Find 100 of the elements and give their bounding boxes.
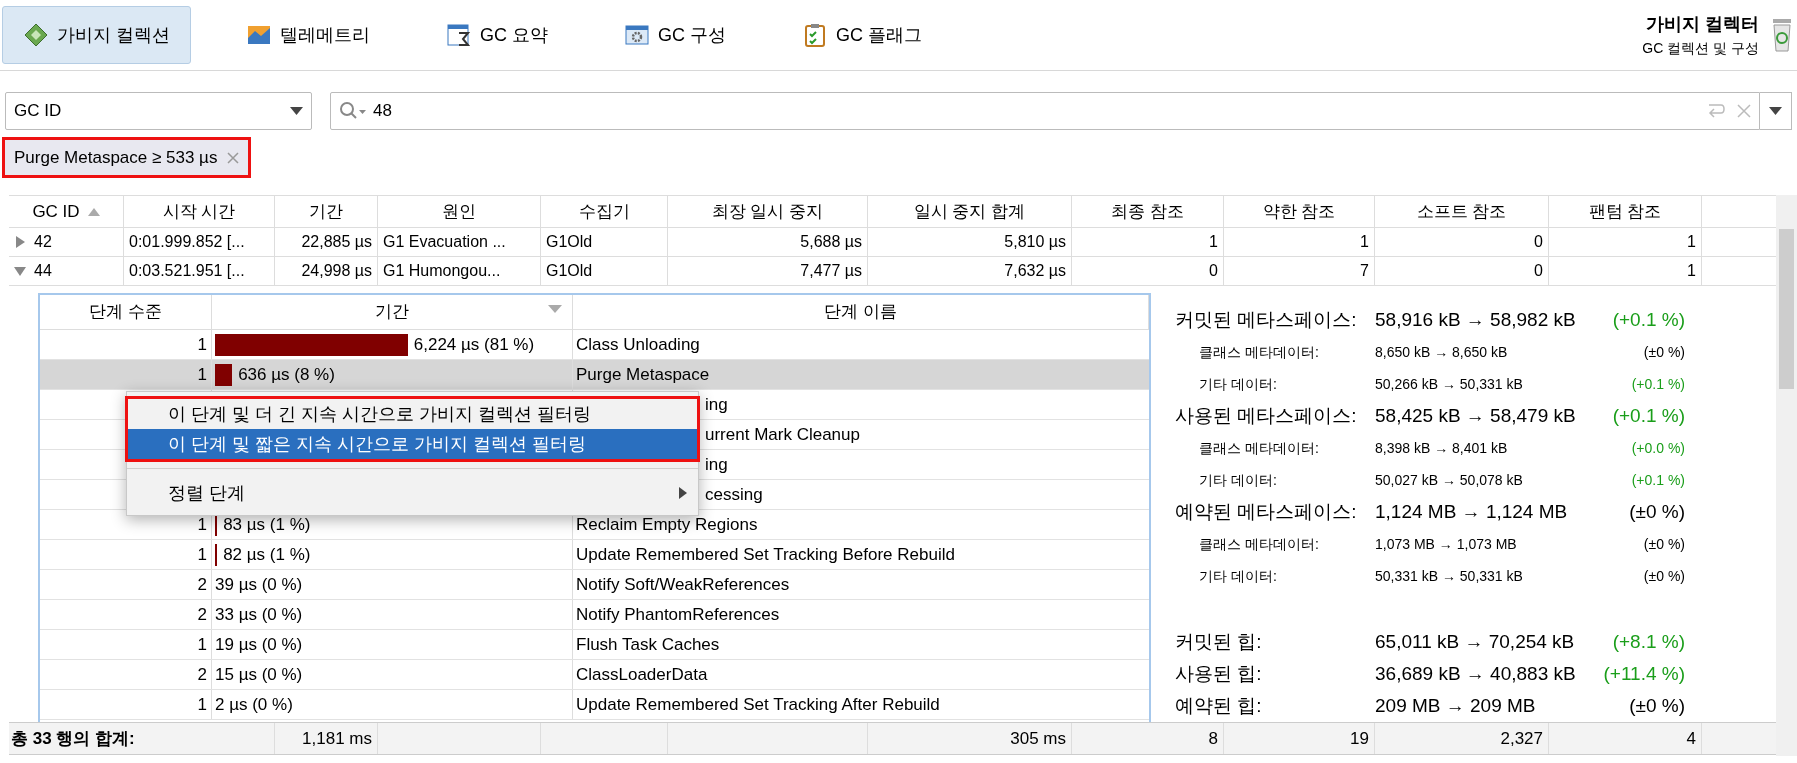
caret-icon [1769,107,1782,115]
column-header[interactable]: 원인 [378,196,541,227]
column-header[interactable]: 시작 시간 [124,196,275,227]
table-cell-text: 1 [1687,232,1696,252]
tab[interactable]: GC 요약 [425,6,570,64]
column-header[interactable]: 최장 일시 중지 [668,196,868,227]
table-cell-text: 42 [34,232,52,252]
section-subtitle: GC 컬렉션 및 구성 [1642,39,1759,58]
table-cell-text: Purge Metaspace [576,363,710,386]
column-header[interactable]: 팬텀 참조 [1549,196,1702,227]
info-value: 1,073 MB → 1,073 MB [1375,535,1518,555]
tab[interactable]: GC 구성 [603,6,748,64]
info-change: (±0 %) [1642,567,1685,587]
info-value: 58,425 kB → 58,479 kB [1375,404,1577,428]
table-row[interactable]: 1 82 µs (1 %) Update Remembered Set Tracking Before Rebuild [40,540,1149,570]
info-change: (+0.0 %) [1630,438,1685,458]
table-cell-text: 1 [1360,232,1369,252]
table-cell-text: 636 µs (8 %) [238,363,335,386]
table-row[interactable]: 2 39 µs (0 %) Notify Soft/WeakReferences [40,570,1149,600]
info-change: (±0 %) [1628,693,1685,718]
table-cell-text: ing [705,393,728,416]
info-label: 기타 데이터: [1198,567,1278,587]
table-cell-text: 1 [197,333,207,356]
submenu-arrow-icon [679,487,687,499]
table-cell-text: urrent Mark Cleanup [705,423,860,446]
table-cell-text: 1 [197,693,207,716]
table-row[interactable]: 1 19 µs (0 %) Flush Task Caches [40,630,1149,660]
info-change: (+0.1 %) [1611,307,1685,332]
table-cell-text: 5,810 µs [1004,232,1066,252]
column-header[interactable]: 최종 참조 [1072,196,1224,227]
collapse-icon[interactable] [14,265,26,277]
info-value: 8,398 kB → 8,401 kB [1375,438,1509,458]
total-label: 총 33 행의 합계: [11,727,135,750]
table-row[interactable]: 2 15 µs (0 %) ClassLoaderData [40,660,1149,690]
menu-item[interactable]: 이 단계 및 짧은 지속 시간으로 가비지 컬렉션 필터링 [128,429,697,459]
column-header[interactable]: 약한 참조 [1224,196,1375,227]
column-header[interactable]: 기간 [212,295,573,329]
info-value: 50,331 kB → 50,331 kB [1375,567,1524,587]
info-change: (±0 %) [1628,500,1685,525]
table-cell-text: Flush Task Caches [576,633,720,656]
info-label: 사용된 메타스페이스: [1175,404,1358,428]
table-cell-text: 83 µs (1 %) [223,513,311,536]
table-row[interactable]: 1 636 µs (8 %) Purge Metaspace [40,360,1149,390]
expand-icon[interactable] [14,236,26,248]
search-field[interactable]: 48 [330,92,1760,130]
table-row[interactable]: 1 2 µs (0 %) Update Remembered Set Tracking After Rebuild [40,690,1149,720]
column-header[interactable]: 단계 수준 [40,295,212,329]
tab[interactable]: GC 플래그 [781,6,944,64]
table-cell-text: 15 µs (0 %) [215,663,303,686]
menu-item[interactable]: 이 단계 및 더 긴 지속 시간으로 가비지 컬렉션 필터링 [128,399,697,429]
column-header[interactable]: GC ID [9,196,124,227]
table-cell-text: 1 [197,543,207,566]
tab[interactable]: 가비지 컬렉션 [2,6,191,64]
column-header[interactable]: 일시 중지 합계 [868,196,1072,227]
dropdown-button[interactable] [1760,92,1792,130]
table-cell-text: 6,224 µs (81 %) [413,333,535,356]
info-label: 예약된 힙: [1175,693,1263,718]
table-cell-text: 24,998 µs [301,261,372,281]
info-label: 커밋된 힙: [1175,629,1263,654]
table-cell-text: 5,688 µs [800,232,862,252]
info-value: 50,266 kB → 50,331 kB [1375,374,1524,394]
tab[interactable]: 텔레메트리 [225,6,391,64]
info-change: (±0 %) [1642,342,1685,362]
filter-chip[interactable]: Purge Metaspace ≥ 533 µs [2,137,252,178]
info-label: 기타 데이터: [1198,374,1278,394]
total-cell-text: 19 [1350,727,1369,750]
info-change: (±0 %) [1642,535,1685,555]
column-dropdown[interactable]: GC ID [5,92,312,130]
info-label: 예약된 메타스페이스: [1175,500,1358,525]
info-value: 50,027 kB → 50,078 kB [1375,470,1524,490]
table-cell-text: G1 Humongou... [383,261,501,281]
table-cell-text: 33 µs (0 %) [215,603,303,626]
table-cell-text: 44 [34,261,52,281]
table-cell-text: ClassLoaderData [576,663,708,686]
table-cell-text: 1 [1687,261,1696,281]
menu-item[interactable]: 정렬 단계 [128,478,697,508]
table-cell-text: 0 [1534,232,1543,252]
table-row[interactable]: 2 33 µs (0 %) Notify PhantomReferences [40,600,1149,630]
trash-icon [1771,17,1793,53]
table-cell-text: 1 [197,513,207,536]
gear-window-icon [624,22,651,48]
close-icon[interactable] [227,151,240,164]
column-header[interactable]: 단계 이름 [573,295,1149,329]
column-header[interactable]: 기간 [275,196,378,227]
info-change: (+0.1 %) [1630,470,1685,490]
scrollbar[interactable] [1776,195,1797,756]
table-cell-text: 82 µs (1 %) [223,543,311,566]
search-icon [339,101,367,121]
info-value: 8,650 kB → 8,650 kB [1375,342,1509,362]
column-header[interactable]: 수집기 [541,196,668,227]
clear-icon[interactable] [1737,104,1751,118]
table-cell-text: cessing [705,483,763,506]
info-value: 209 MB → 209 MB [1375,693,1537,718]
table-cell-text: 1 [1209,232,1218,252]
column-header[interactable]: 소프트 참조 [1375,196,1549,227]
table-cell-text: Reclaim Empty Regions [576,513,758,536]
table-cell-text: 1 [197,633,207,656]
total-cell-text: 4 [1686,727,1696,750]
total-cell-text: 8 [1208,727,1218,750]
info-label: 커밋된 메타스페이스: [1175,307,1358,332]
